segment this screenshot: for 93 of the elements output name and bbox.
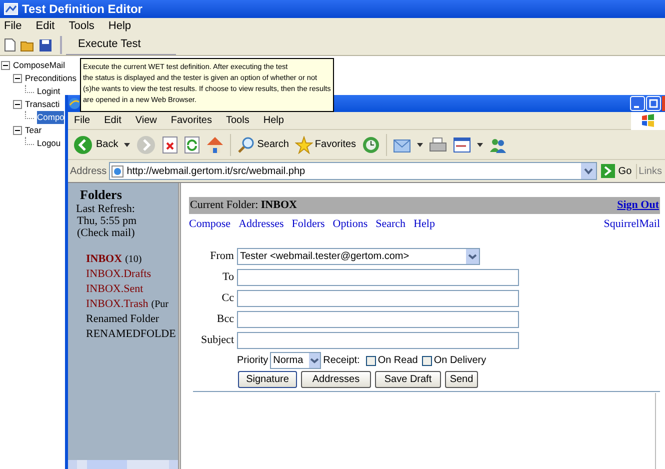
field-label: Subject (200, 333, 234, 348)
menu-item[interactable]: Help (263, 113, 284, 128)
nav-link[interactable]: Folders (292, 216, 325, 232)
input-field[interactable] (237, 269, 519, 286)
collapse-icon[interactable] (13, 74, 22, 83)
folder-link[interactable]: RENAMEDFOLDE (86, 327, 176, 342)
refresh-label: Last Refresh: (76, 203, 136, 215)
edit-page-icon[interactable] (453, 136, 472, 152)
form-button[interactable]: Save Draft (375, 371, 441, 388)
folder-note: (Pur (151, 298, 168, 312)
new-file-icon[interactable] (4, 38, 16, 52)
open-folder-icon[interactable] (20, 38, 35, 52)
refresh-icon[interactable] (184, 136, 200, 154)
history-icon[interactable] (362, 136, 380, 154)
folder-link[interactable]: INBOX.Sent (86, 282, 144, 297)
priority-label: Priority (237, 354, 268, 368)
links-label[interactable]: Links (636, 164, 663, 178)
address-field[interactable]: http://webmail.gertom.it/src/webmail.php (108, 162, 598, 180)
tree-item[interactable]: Tear (25, 124, 42, 137)
go-button[interactable]: Go (599, 164, 634, 178)
printer-icon[interactable] (429, 136, 448, 152)
menu-item[interactable]: File (4, 18, 22, 35)
menu-item[interactable]: Edit (104, 113, 122, 128)
nav-link[interactable]: Options (332, 216, 368, 232)
menu-item[interactable]: Favorites (170, 113, 212, 128)
search-button[interactable]: Search (237, 136, 289, 154)
checkbox-label: On Read (378, 354, 418, 368)
tree-item[interactable]: ComposeMail (13, 59, 65, 72)
form-button[interactable]: Signature (238, 371, 297, 388)
menu-item[interactable]: Tools (226, 113, 250, 128)
refresh-time: Thu, 5:55 pm (76, 215, 138, 227)
checkbox[interactable] (366, 356, 376, 366)
receipt-label: Receipt: (323, 354, 360, 368)
check-mail-link[interactable]: (Check mail) (76, 227, 178, 239)
tree-item[interactable]: Transacti (25, 98, 60, 111)
sign-out-link[interactable]: Sign Out (617, 197, 659, 214)
dropdown-arrow-icon[interactable] (477, 142, 484, 146)
maximize-icon[interactable] (646, 96, 661, 111)
collapse-icon[interactable] (13, 126, 22, 135)
field-label: To (222, 270, 234, 286)
brand-link[interactable]: SquirrelMail (604, 216, 660, 232)
current-folder-label: Current Folder: INBOX (190, 198, 297, 214)
app-icon (4, 3, 18, 15)
home-icon[interactable] (206, 136, 224, 154)
collapse-icon[interactable] (1, 61, 10, 70)
browser-icon (68, 97, 81, 110)
folder-note: (10) (125, 253, 142, 267)
checkbox[interactable] (422, 356, 432, 366)
menu-item[interactable]: Help (108, 18, 132, 35)
tree-item[interactable]: Preconditions (25, 72, 77, 85)
nav-link[interactable]: Search (376, 216, 406, 232)
favorites-button[interactable]: Favorites (294, 136, 356, 154)
menu-item[interactable]: Tools (68, 18, 94, 35)
menu-item[interactable]: File (74, 113, 90, 128)
folder-link[interactable]: INBOX.Drafts (86, 267, 152, 282)
back-button[interactable]: Back (73, 134, 118, 154)
field-label: Bcc (216, 312, 234, 328)
field-label: From (209, 249, 234, 264)
menu-item[interactable]: Edit (36, 18, 55, 35)
collapse-icon[interactable] (13, 100, 22, 109)
folder-link[interactable]: INBOX.Trash (86, 297, 148, 312)
search-icon (237, 136, 256, 154)
horizontal-scrollbar[interactable] (68, 460, 178, 469)
input-field[interactable] (237, 332, 519, 349)
window-title: Test Definition Editor (22, 1, 142, 18)
tree-item[interactable]: Compo (37, 111, 64, 124)
folder-link[interactable]: INBOX (86, 252, 122, 267)
address-label: Address (70, 164, 107, 178)
windows-logo-icon (641, 114, 655, 127)
dropdown-arrow-icon[interactable] (124, 142, 130, 146)
from-select[interactable]: Tester <webmail.tester@gertom.com> (237, 248, 480, 265)
input-field[interactable] (237, 290, 519, 307)
nav-link[interactable]: Compose (189, 216, 231, 232)
input-field[interactable] (237, 311, 519, 328)
star-icon (294, 136, 313, 154)
menu-item[interactable]: View (135, 113, 157, 128)
minimize-icon[interactable] (630, 96, 645, 111)
dropdown-arrow-icon[interactable] (417, 142, 424, 146)
form-button[interactable]: Send (445, 371, 478, 388)
priority-select[interactable]: Norma (270, 352, 322, 369)
mail-icon[interactable] (393, 136, 412, 152)
nav-link[interactable]: Help (414, 216, 435, 232)
stop-icon[interactable] (162, 136, 178, 154)
form-button[interactable]: Addresses (301, 371, 371, 388)
folder-link[interactable]: Renamed Folder (86, 312, 160, 327)
page-icon (110, 164, 124, 178)
tree-item[interactable]: Logou (37, 137, 61, 150)
field-label: Cc (220, 291, 234, 306)
checkbox-label: On Delivery (434, 354, 486, 368)
nav-link[interactable]: Addresses (238, 216, 284, 232)
save-icon[interactable] (39, 38, 52, 52)
folders-heading: Folders (79, 189, 123, 201)
tree-item[interactable]: Logint (37, 85, 60, 98)
